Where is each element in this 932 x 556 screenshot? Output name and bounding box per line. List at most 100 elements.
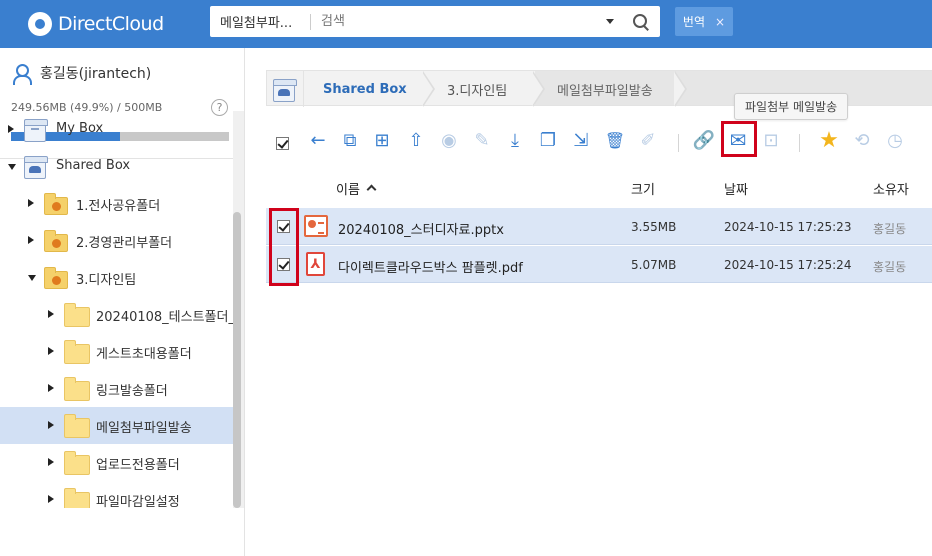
folder-icon	[64, 488, 90, 508]
favorite-star-icon[interactable]: ★	[817, 128, 841, 153]
column-name-label: 이름	[336, 183, 360, 198]
search-bar: 메일첨부파...	[210, 6, 660, 37]
shared-user-icon	[52, 202, 61, 211]
file-list-header: 이름 크기 날짜 소유자	[266, 168, 932, 206]
expand-right-icon[interactable]	[28, 199, 34, 207]
move-icon[interactable]: ⇲	[569, 128, 593, 152]
file-date: 2024-10-15 17:25:24	[724, 258, 852, 272]
breadcrumb-item-design-team[interactable]: 3.디자인팀	[447, 71, 507, 107]
expand-right-icon[interactable]	[28, 236, 34, 244]
tree-item-label: Shared Box	[56, 158, 131, 173]
tree-item[interactable]: 메일첨부파일발송	[0, 407, 233, 444]
history-clock-icon[interactable]: ◷	[883, 128, 907, 152]
select-all-checkbox[interactable]	[276, 137, 289, 150]
tree-item[interactable]: 1.전사공유폴더	[0, 185, 233, 222]
tree-item[interactable]: 20240108_테스트폴더_(	[0, 296, 233, 333]
expand-down-icon[interactable]	[8, 164, 16, 170]
shared-user-icon	[52, 276, 61, 285]
file-owner: 홍길동	[873, 260, 907, 274]
tree-item[interactable]: My Box	[0, 111, 233, 148]
translate-label: 번역	[682, 15, 706, 29]
file-row[interactable]: 20240108_스터디자료.pptx 3.55MB 2024-10-15 17…	[266, 208, 932, 245]
user-profile[interactable]: 홍길동(jirantech)	[10, 62, 151, 85]
directcloud-logo[interactable]: DirectCloud	[28, 10, 164, 38]
translate-button[interactable]: 번역 ×	[675, 7, 733, 36]
copy-icon[interactable]: ❐	[536, 128, 560, 152]
folder-icon	[64, 414, 90, 438]
search-input[interactable]	[311, 14, 606, 29]
shared-user-icon	[52, 239, 61, 248]
breadcrumb-item-current[interactable]: 메일첨부파일발송	[557, 71, 653, 107]
expand-right-icon[interactable]	[48, 310, 54, 318]
shared-folder-icon	[44, 230, 68, 252]
box-icon	[24, 119, 48, 142]
new-folder-icon[interactable]: ⊞	[370, 128, 394, 152]
shared-folder-icon	[44, 193, 68, 215]
tree-item-label: 20240108_테스트폴더_(	[96, 310, 233, 325]
sort-ascending-icon	[366, 184, 377, 195]
file-date: 2024-10-15 17:25:23	[724, 220, 852, 234]
breadcrumb-item-shared-box[interactable]: Shared Box	[323, 71, 407, 107]
user-icon	[10, 62, 32, 85]
expand-right-icon[interactable]	[48, 421, 54, 429]
toolbar-divider	[799, 134, 800, 152]
pptx-file-icon	[304, 215, 328, 237]
tree-item[interactable]: 게스트초대용폴더	[0, 333, 233, 370]
sidebar-scrollbar-thumb[interactable]	[233, 212, 241, 508]
expand-right-icon[interactable]	[48, 347, 54, 355]
tree-item[interactable]: 링크발송폴더	[0, 370, 233, 407]
tree-item-label: 1.전사공유폴더	[76, 199, 161, 214]
delete-trash-icon[interactable]: 🗑	[603, 128, 627, 152]
file-row[interactable]: ⅄ 다이렉트클라우드박스 팜플렛.pdf 5.07MB 2024-10-15 1…	[266, 246, 932, 283]
logo-text: DirectCloud	[58, 13, 164, 35]
tree-item-label: 2.경영관리부폴더	[76, 236, 173, 251]
tree-item[interactable]: 파일마감일설정	[0, 481, 233, 508]
column-header-date[interactable]: 날짜	[724, 179, 748, 198]
top-header: DirectCloud 메일첨부파... 번역 ×	[0, 0, 932, 48]
cloud-logo-icon	[28, 12, 52, 36]
folder-icon	[64, 303, 90, 327]
tree-item[interactable]: Shared Box	[0, 148, 233, 185]
file-name[interactable]: 20240108_스터디자료.pptx	[338, 219, 504, 238]
expand-right-icon[interactable]	[48, 495, 54, 503]
edit-pencil-icon[interactable]: ✎	[470, 128, 494, 152]
archive-icon[interactable]: ⊡	[759, 128, 783, 152]
tree-item-label: 링크발송폴더	[96, 384, 168, 399]
tree-item-label: 3.디자인팀	[76, 273, 137, 288]
column-header-owner[interactable]: 소유자	[873, 179, 909, 198]
download-icon[interactable]: ⤓	[503, 128, 527, 152]
expand-right-icon[interactable]	[8, 125, 14, 133]
copy-to-box-icon[interactable]: ⧉	[338, 128, 362, 152]
breadcrumb-home[interactable]	[271, 77, 297, 102]
file-toolbar: ← ⧉ ⊞ ⇧ ◉ ✎ ⤓ ❐ ⇲ 🗑 ✐ 🔗 ✉ ⊡ ★ ⟲ ◷	[266, 122, 932, 158]
tree-item-label: My Box	[56, 121, 104, 136]
file-size: 3.55MB	[631, 220, 677, 234]
upload-icon[interactable]: ⇧	[404, 128, 428, 152]
tree-item[interactable]: 업로드전용폴더	[0, 444, 233, 481]
back-arrow-icon[interactable]: ←	[306, 128, 330, 152]
folder-icon	[64, 377, 90, 401]
file-owner: 홍길동	[873, 222, 907, 236]
tree-item[interactable]: 3.디자인팀	[0, 259, 233, 296]
breadcrumb-chevron-icon	[422, 71, 437, 107]
folder-icon	[64, 451, 90, 475]
close-icon[interactable]: ×	[715, 15, 725, 29]
file-name[interactable]: 다이렉트클라우드박스 팜플렛.pdf	[338, 257, 523, 276]
sync-icon[interactable]: ⟲	[850, 128, 874, 152]
expand-right-icon[interactable]	[48, 458, 54, 466]
column-header-name[interactable]: 이름	[336, 179, 377, 198]
chevron-down-icon[interactable]	[606, 19, 614, 24]
file-size: 5.07MB	[631, 258, 677, 272]
tree-item[interactable]: 2.경영관리부폴더	[0, 222, 233, 259]
rename-icon[interactable]: ✐	[636, 128, 660, 152]
search-scope-label[interactable]: 메일첨부파...	[210, 12, 310, 31]
shared-folder-icon	[44, 267, 68, 289]
shared-box-icon	[24, 156, 48, 179]
expand-right-icon[interactable]	[48, 384, 54, 392]
breadcrumb-divider	[303, 71, 304, 107]
search-icon[interactable]	[628, 10, 652, 34]
preview-eye-icon[interactable]: ◉	[437, 128, 461, 152]
column-header-size[interactable]: 크기	[631, 179, 655, 198]
link-icon[interactable]: 🔗	[692, 128, 716, 152]
expand-down-icon[interactable]	[28, 275, 36, 281]
